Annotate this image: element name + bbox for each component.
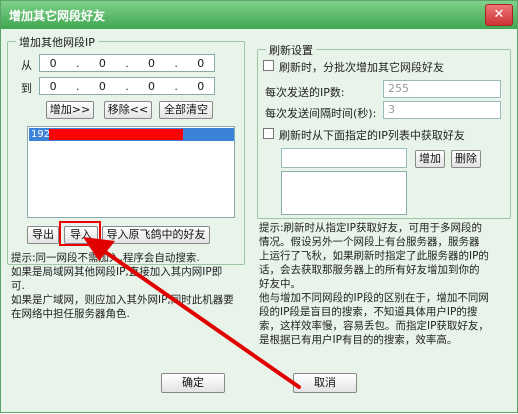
list-refresh-checkbox[interactable] <box>263 128 274 139</box>
redaction-bar <box>49 129 183 140</box>
ip-dot: . <box>76 79 80 93</box>
ip-dot: . <box>125 56 129 70</box>
from-ip-octet-3[interactable]: 0 <box>148 57 155 70</box>
interval-label: 每次发送间隔时间(秒): <box>265 107 377 120</box>
clear-all-button[interactable]: 全部清空 <box>159 101 213 119</box>
close-button[interactable]: ✕ <box>485 4 513 26</box>
ip-dot: . <box>174 79 178 93</box>
info-line: 可. <box>11 280 25 292</box>
to-label: 到 <box>21 82 32 95</box>
add-ip-button[interactable]: 增加>> <box>46 101 94 119</box>
info-line: 他与增加不同网段的IP段的区别在于，增加不同网 <box>259 292 489 304</box>
ip-dot: . <box>76 56 80 70</box>
from-ip-input[interactable]: 0. 0. 0. 0 <box>39 54 215 72</box>
refresh-ip-list[interactable] <box>281 171 407 215</box>
to-ip-input[interactable]: 0. 0. 0. 0 <box>39 77 215 95</box>
info-line: 话，会去获取那服务器上的所有好友增加到你的 <box>259 264 480 276</box>
info-line: 提示:同一网段不需加入,程序会自动搜索. <box>11 252 200 264</box>
from-ip-octet-4[interactable]: 0 <box>197 57 204 70</box>
info-line: 段的IP段是盲目的搜索，不知道具体用户IP的搜 <box>259 306 478 318</box>
left-info-text: 提示:同一网段不需加入,程序会自动搜索. 如果是局域网其他网段IP,直接加入其内… <box>11 251 241 321</box>
remove-ip-button[interactable]: 移除<< <box>104 101 152 119</box>
refresh-add-button[interactable]: 增加 <box>415 150 445 168</box>
refresh-delete-button[interactable]: 删除 <box>451 150 481 168</box>
export-button[interactable]: 导出 <box>27 226 59 244</box>
ip-dot: . <box>174 56 178 70</box>
info-line: 是根据已有用户IP有目的的搜索，效率高。 <box>259 334 458 346</box>
ip-list-item[interactable]: 192. <box>29 128 234 141</box>
ok-button[interactable]: 确定 <box>161 373 225 393</box>
to-ip-octet-3[interactable]: 0 <box>148 80 155 93</box>
right-info-text: 提示:刷新时从指定IP获取好友，可用于多网段的 情况。假设另外一个网段上有台服务… <box>259 221 515 347</box>
ip-count-label: 每次发送的IP数: <box>265 86 345 99</box>
to-ip-octet-4[interactable]: 0 <box>197 80 204 93</box>
info-line: 如果是局域网其他网段IP,直接加入其内网IP即 <box>11 266 223 278</box>
ip-list[interactable]: 192. <box>27 126 235 218</box>
to-ip-octet-1[interactable]: 0 <box>50 80 57 93</box>
info-line: 提示:刷新时从指定IP获取好友，可用于多网段的 <box>259 222 482 234</box>
to-ip-octet-2[interactable]: 0 <box>99 80 106 93</box>
interval-input[interactable]: 3 <box>383 101 501 119</box>
info-line: 在网络中担任服务器角色. <box>11 308 130 320</box>
from-label: 从 <box>21 59 32 72</box>
info-line: 情况。假设另外一个网段上有台服务器，服务器 <box>259 236 480 248</box>
dialog-window: 增加其它网段好友 ✕ 增加其他网段IP 从 0. 0. 0. 0 到 0. 0.… <box>0 0 518 413</box>
ip-count-input[interactable]: 255 <box>383 80 501 98</box>
list-refresh-label: 刷新时从下面指定的IP列表中获取好友 <box>279 129 465 142</box>
import-friends-button[interactable]: 导入原飞鸽中的好友 <box>102 226 210 244</box>
refresh-ip-input[interactable] <box>281 148 407 168</box>
refresh-batch-checkbox[interactable] <box>263 60 274 71</box>
refresh-batch-label: 刷新时，分批次增加其它网段好友 <box>279 61 444 74</box>
annotation-highlight-box <box>59 221 101 246</box>
add-ip-group-legend: 增加其他网段IP <box>16 34 98 50</box>
refresh-settings-legend: 刷新设置 <box>266 42 316 58</box>
info-line: 如果是广域网，则应加入其外网IP,同时此机器要 <box>11 294 234 306</box>
ip-dot: . <box>125 79 129 93</box>
title-bar[interactable]: 增加其它网段好友 ✕ <box>1 1 517 29</box>
cancel-button[interactable]: 取消 <box>293 373 357 393</box>
from-ip-octet-2[interactable]: 0 <box>99 57 106 70</box>
info-line: 好友中。 <box>259 278 301 290</box>
from-ip-octet-1[interactable]: 0 <box>50 57 57 70</box>
info-line: 索，这样效率慢，容易丢包。而指定IP获取好友， <box>259 320 489 332</box>
close-icon: ✕ <box>493 7 505 22</box>
info-line: 上运行了飞秋，如果刷新时指定了此服务器的IP的 <box>259 250 489 262</box>
window-title: 增加其它网段好友 <box>9 9 106 23</box>
